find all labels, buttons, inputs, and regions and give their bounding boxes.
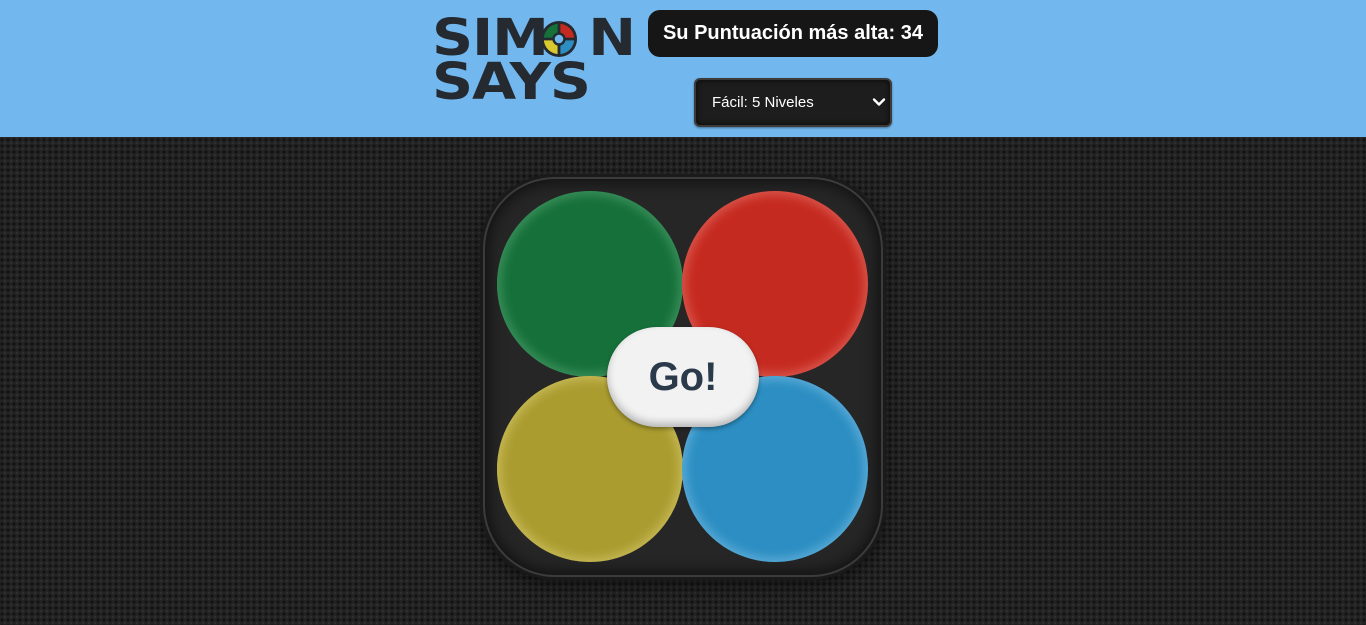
- logo-text-n: N: [588, 9, 636, 68]
- chevron-down-icon: [872, 98, 886, 106]
- header-bar: SIM N SAYS Su Puntuación más alta: 34 Fác…: [0, 0, 1366, 137]
- high-score-badge: Su Puntuación más alta: 34: [648, 10, 938, 57]
- logo-line-2: SAYS: [432, 53, 591, 112]
- difficulty-select-value: Fácil: 5 Niveles: [712, 94, 814, 111]
- difficulty-select[interactable]: Fácil: 5 Niveles: [694, 78, 892, 127]
- simon-says-logo: SIM N SAYS: [432, 13, 636, 112]
- go-button[interactable]: Go!: [607, 327, 759, 427]
